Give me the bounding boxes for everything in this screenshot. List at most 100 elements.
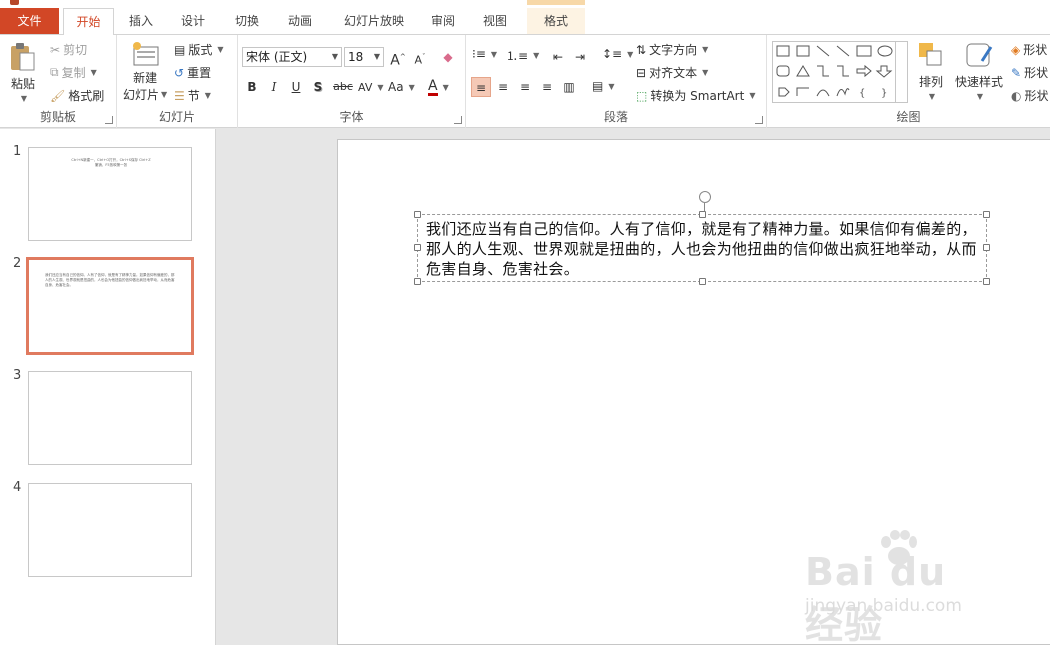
resize-handle-bl[interactable]	[414, 278, 421, 285]
new-slide-button[interactable]: 新建 幻灯片 ▼	[123, 41, 167, 103]
ribbon-tabs: 文件 开始 插入 设计 切换 动画 幻灯片放映 审阅 视图 格式	[0, 8, 1050, 35]
effects-icon: ◐	[1011, 88, 1022, 103]
distributed-button[interactable]: ▥	[559, 77, 579, 97]
numbering-button[interactable]: ⒈≡ ▼	[506, 47, 539, 64]
line-spacing-button[interactable]: ↕≡ ▼	[602, 47, 633, 61]
layout-button[interactable]: ▤ 版式 ▼	[174, 41, 224, 58]
chevron-down-icon[interactable]: ▼	[371, 48, 383, 66]
tab-insert[interactable]: 插入	[118, 8, 164, 34]
resize-handle-r[interactable]	[983, 244, 990, 251]
chevron-down-icon: ▼	[377, 82, 384, 92]
shape-outline-button[interactable]: ✎ 形状	[1011, 64, 1048, 81]
font-color-button[interactable]: A ▼	[428, 77, 449, 97]
convert-smartart-button[interactable]: ⬚ 转换为 SmartArt ▼	[636, 87, 755, 104]
tab-animations[interactable]: 动画	[277, 8, 323, 34]
tab-transitions[interactable]: 切换	[224, 8, 270, 34]
tab-design[interactable]: 设计	[170, 8, 216, 34]
chevron-down-icon: ▼	[627, 49, 634, 59]
decrease-indent-button[interactable]: ⇤	[548, 47, 568, 67]
shrink-font-icon: A	[414, 53, 423, 67]
numbering-icon: ⒈≡	[506, 49, 529, 63]
dialog-launcher-icon[interactable]	[755, 116, 763, 124]
slide-thumbnail-4[interactable]	[28, 483, 192, 577]
underline-button[interactable]: U	[286, 77, 306, 97]
clear-formatting-button[interactable]: ◆	[438, 47, 458, 67]
align-text-label: 对齐文本	[649, 66, 698, 80]
section-button[interactable]: ☰ 节 ▼	[174, 87, 211, 104]
text-direction-icon: ⇅	[636, 42, 647, 57]
spacing-icon: AV	[358, 80, 373, 94]
font-name-combo[interactable]: 宋体 (正文) ▼	[242, 47, 342, 67]
shape-fill-button[interactable]: ◈ 形状	[1011, 41, 1047, 58]
bold-button[interactable]: B	[242, 77, 262, 97]
format-painter-button[interactable]: 🖌 格式刷	[50, 87, 104, 104]
shapes-gallery[interactable]: { }	[772, 41, 908, 103]
chevron-down-icon: ▼	[702, 45, 709, 54]
powerpoint-logo-icon	[10, 0, 19, 5]
dialog-launcher-icon[interactable]	[454, 116, 462, 124]
align-right-button[interactable]: ≡	[515, 77, 535, 97]
justify-button[interactable]: ≡	[537, 77, 557, 97]
resize-handle-t[interactable]	[699, 211, 706, 218]
bullets-button[interactable]: ⁝≡ ▼	[472, 47, 497, 61]
shape-effects-button[interactable]: ◐ 形状	[1011, 87, 1049, 104]
slide-thumbnail-1[interactable]: Ctrl+N新建一，Ctrl+O打开，Ctrl+S保存 Ctrl+Z撤销，F5放…	[28, 147, 192, 241]
tab-review[interactable]: 审阅	[420, 8, 466, 34]
tab-home[interactable]: 开始	[63, 8, 114, 35]
align-left-button[interactable]: ≡	[471, 77, 491, 97]
text-direction-button[interactable]: ⇅ 文字方向 ▼	[636, 41, 708, 58]
section-icon: ☰	[174, 88, 185, 103]
chevron-down-icon: ▼	[533, 51, 540, 60]
align-center-button[interactable]: ≡	[493, 77, 513, 97]
align-text-button[interactable]: ⊟ 对齐文本 ▼	[636, 64, 708, 81]
paste-icon	[11, 43, 35, 71]
shrink-font-button[interactable]: Aˇ	[410, 47, 430, 67]
slide-thumbnail-2[interactable]: 我们还应当有自己的信仰。人有了信仰，就是有了精神力量。如果信仰有偏差的，那人的人…	[26, 257, 194, 355]
chevron-down-icon[interactable]: ▼	[329, 48, 341, 66]
arrange-button[interactable]: 排列 ▼	[917, 41, 945, 101]
grow-font-button[interactable]: A^	[388, 47, 408, 69]
dialog-launcher-icon[interactable]	[105, 116, 113, 124]
reset-button[interactable]: ↺ 重置	[174, 64, 211, 81]
paste-button[interactable]: 粘贴 ▼	[8, 41, 38, 103]
tab-file[interactable]: 文件	[0, 8, 59, 34]
context-tab-header	[527, 0, 585, 5]
gallery-scrollbar[interactable]	[895, 42, 907, 102]
bullets-icon: ⁝≡	[472, 47, 486, 61]
ribbon: 粘贴 ▼ ✂ 剪切 ⧉ 复制 ▼ 🖌 格式刷 剪贴板 新建 幻灯片 ▼ ▤ 版式…	[0, 34, 1050, 128]
shadow-button[interactable]: S	[308, 77, 328, 97]
font-size-combo[interactable]: 18 ▼	[344, 47, 384, 67]
slides-group: 新建 幻灯片 ▼ ▤ 版式 ▼ ↺ 重置 ☰ 节 ▼ 幻灯片	[117, 35, 238, 128]
copy-button[interactable]: ⧉ 复制 ▼	[50, 64, 97, 81]
resize-handle-tr[interactable]	[983, 211, 990, 218]
resize-handle-l[interactable]	[414, 244, 421, 251]
text-box[interactable]: 我们还应当有自己的信仰。人有了信仰，就是有了精神力量。如果信仰有偏差的，那人的人…	[414, 191, 990, 285]
outdent-icon: ⇤	[552, 50, 564, 64]
reset-icon: ↺	[174, 65, 185, 80]
chevron-down-icon: ▼	[702, 68, 709, 77]
cut-button[interactable]: ✂ 剪切	[50, 41, 87, 58]
quick-styles-button[interactable]: 快速样式 ▼	[955, 41, 1003, 101]
paintbrush-icon: 🖌	[50, 88, 66, 103]
italic-button[interactable]: I	[264, 77, 284, 97]
columns-button[interactable]: ▤ ▼	[592, 79, 615, 93]
align-right-icon: ≡	[519, 80, 531, 94]
font-name-value: 宋体 (正文)	[246, 50, 308, 64]
resize-handle-b[interactable]	[699, 278, 706, 285]
chevron-down-icon: ▼	[20, 94, 28, 103]
tab-view[interactable]: 视图	[472, 8, 518, 34]
chevron-down-icon: ▼	[217, 45, 224, 54]
resize-handle-br[interactable]	[983, 278, 990, 285]
rotate-handle-icon[interactable]	[699, 191, 711, 203]
tab-format[interactable]: 格式	[527, 8, 585, 34]
slide-thumbnail-3[interactable]	[28, 371, 192, 465]
tab-slideshow[interactable]: 幻灯片放映	[334, 8, 414, 34]
paste-label: 粘贴	[10, 77, 35, 91]
strikethrough-button[interactable]: abc	[330, 77, 356, 97]
increase-indent-button[interactable]: ⇥	[570, 47, 590, 67]
drawing-group: { } 排列 ▼ 快速样式 ▼ ◈ 形状 ✎ 形状 ◐ 形状 绘图	[767, 35, 1050, 128]
character-spacing-button[interactable]: AV ▼	[358, 77, 384, 97]
text-box-content[interactable]: 我们还应当有自己的信仰。人有了信仰，就是有了精神力量。如果信仰有偏差的，那人的人…	[426, 219, 980, 279]
change-case-button[interactable]: Aa ▼	[388, 77, 415, 97]
resize-handle-tl[interactable]	[414, 211, 421, 218]
